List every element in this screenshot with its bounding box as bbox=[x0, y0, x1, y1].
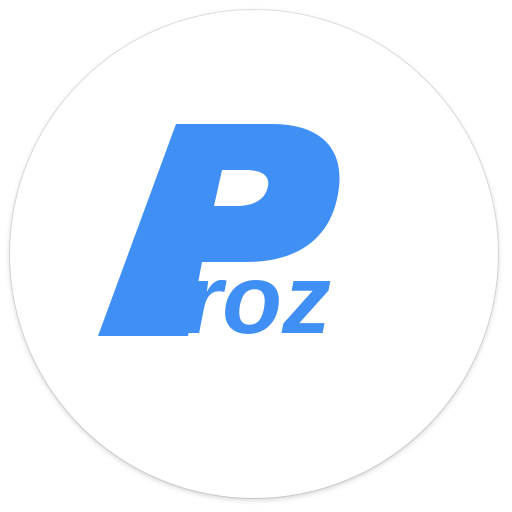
app-icon[interactable]: roz bbox=[0, 0, 512, 512]
logo-suffix-text: roz bbox=[184, 244, 331, 354]
logo: roz bbox=[98, 124, 340, 354]
